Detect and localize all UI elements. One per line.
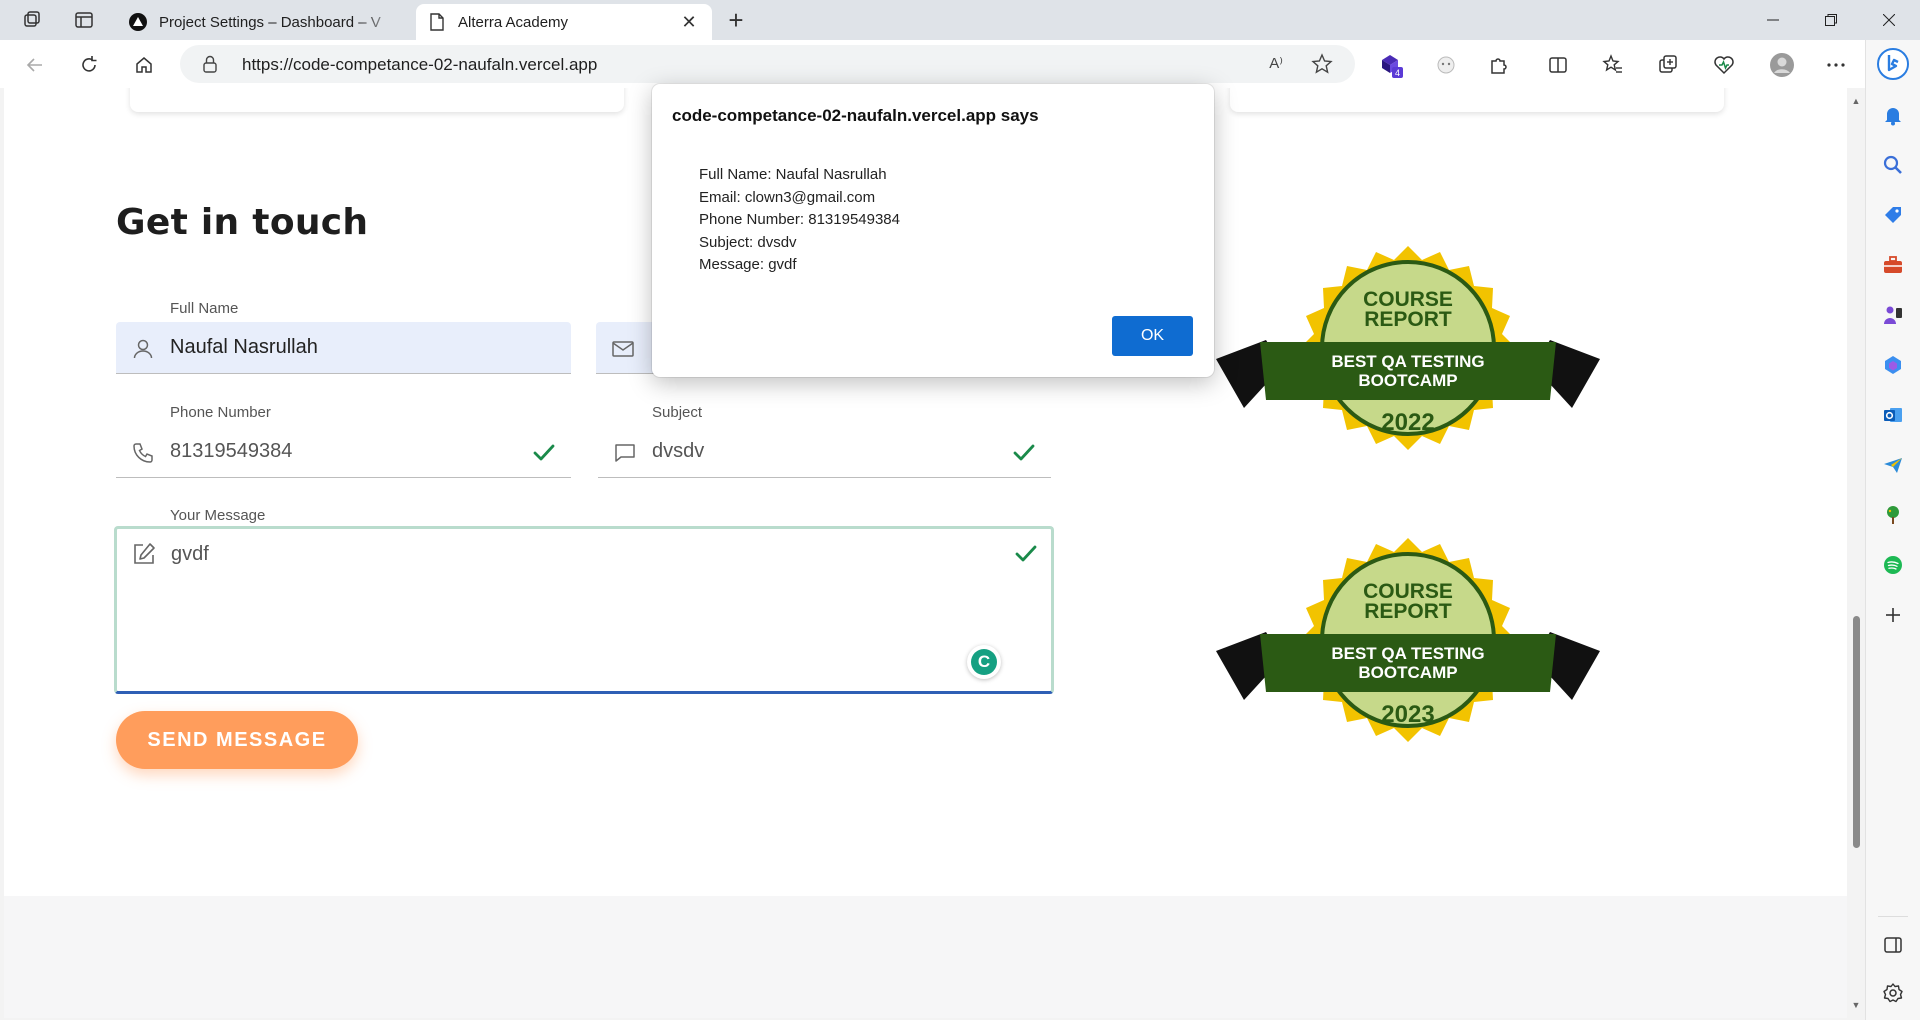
message-textarea[interactable]: gvdf C — [114, 526, 1054, 694]
send-message-button[interactable]: SEND MESSAGE — [116, 711, 358, 769]
dialog-line-phone: Phone Number: 81319549384 — [699, 211, 900, 229]
close-tab-icon[interactable]: ✕ — [678, 11, 700, 33]
dialog-title: code-competance-02-naufaln.vercel.app sa… — [672, 106, 1039, 125]
phone-number-value[interactable]: 81319549384 — [170, 440, 292, 463]
dialog-line-subject: Subject: dvsdv — [699, 233, 797, 251]
page-scrollbar[interactable]: ▲ ▼ — [1847, 88, 1865, 1020]
dialog-line-message: Message: gvdf — [699, 256, 797, 274]
subject-label: Subject — [652, 404, 703, 421]
refresh-icon[interactable] — [74, 50, 104, 80]
title-bar: Project Settings – Dashboard – V Alterra… — [0, 0, 1920, 40]
search-icon[interactable] — [1880, 152, 1906, 178]
check-icon — [533, 444, 555, 461]
back-arrow-icon[interactable] — [20, 50, 50, 80]
dialog-line-full-name: Full Name: Naufal Nasrullah — [699, 166, 887, 183]
sidebar-settings-gear-icon[interactable] — [1880, 980, 1906, 1006]
tab-title: Project Settings – Dashboard – V — [159, 13, 381, 31]
alert-dialog: code-competance-02-naufaln.vercel.app sa… — [652, 84, 1214, 377]
course-report-badge-2022: COURSE REPORT BEST QA TESTING BOOTCAMP 2… — [1216, 246, 1600, 450]
games-icon[interactable] — [1880, 302, 1906, 328]
tab-alterra-academy[interactable]: Alterra Academy ✕ — [416, 4, 712, 40]
dialog-message: Full Name: Naufal Nasrullah Email: clown… — [699, 164, 900, 277]
new-tab-button[interactable]: + — [722, 5, 750, 35]
check-icon — [1015, 545, 1037, 562]
badge-report-text: REPORT — [1364, 308, 1452, 331]
message-value[interactable]: gvdf — [171, 543, 209, 566]
dialog-line-email: Email: clown3@gmail.com — [699, 188, 876, 206]
full-name-field[interactable]: Naufal Nasrullah — [116, 322, 571, 374]
browser-essentials-icon[interactable] — [1709, 50, 1739, 80]
extensions-puzzle-icon[interactable] — [1484, 50, 1514, 80]
lock-icon[interactable] — [202, 55, 218, 78]
course-report-badge-2023: COURSE REPORT BEST QA TESTING BOOTCAMP 2… — [1216, 538, 1600, 742]
favorites-icon[interactable] — [1598, 50, 1628, 80]
page-title: Get in touch — [116, 202, 369, 243]
profile-avatar[interactable] — [1767, 50, 1797, 80]
badge-ribbon-line2: BOOTCAMP — [1358, 371, 1457, 390]
edit-icon — [131, 541, 157, 572]
svg-text:4: 4 — [1395, 68, 1400, 78]
grammarly-icon[interactable]: C — [967, 645, 1001, 679]
spotify-icon[interactable] — [1880, 552, 1906, 578]
scrollbar-thumb[interactable] — [1853, 616, 1860, 848]
phone-number-label: Phone Number — [170, 404, 271, 421]
sidebar-divider — [1878, 916, 1908, 917]
collections-icon[interactable] — [1653, 50, 1683, 80]
url-text[interactable]: https://code-competance-02-naufaln.verce… — [242, 55, 597, 75]
badge-year: 2023 — [1381, 701, 1434, 728]
user-icon — [130, 336, 156, 362]
tree-icon[interactable] — [1880, 502, 1906, 528]
page-icon — [428, 13, 446, 31]
send-telegram-icon[interactable] — [1880, 452, 1906, 478]
favorite-star-icon[interactable] — [1311, 53, 1333, 80]
top-card — [1230, 88, 1724, 112]
edge-sidebar — [1865, 40, 1920, 1020]
full-name-label: Full Name — [170, 300, 239, 317]
outlook-icon[interactable] — [1880, 402, 1906, 428]
restore-button[interactable] — [1802, 0, 1860, 40]
scroll-down-arrow-icon[interactable]: ▼ — [1851, 1000, 1861, 1010]
badge-year: 2022 — [1381, 409, 1434, 436]
vercel-triangle-icon — [129, 13, 147, 31]
check-icon — [1013, 444, 1035, 461]
extension-icon[interactable]: 4 — [1376, 50, 1406, 80]
badge-ribbon-line1: BEST QA TESTING — [1331, 644, 1484, 663]
subject-field[interactable]: dvsdv — [598, 426, 1051, 478]
tools-briefcase-icon[interactable] — [1880, 252, 1906, 278]
shopping-tag-icon[interactable] — [1880, 202, 1906, 228]
mail-icon — [610, 336, 636, 362]
split-screen-icon[interactable] — [1543, 50, 1573, 80]
chat-bubble-icon — [612, 440, 638, 466]
message-label: Your Message — [170, 507, 266, 524]
home-icon[interactable] — [129, 50, 159, 80]
tab-title: Alterra Academy — [458, 13, 569, 31]
badge-ribbon-line1: BEST QA TESTING — [1331, 352, 1484, 371]
dialog-ok-button[interactable]: OK — [1112, 316, 1193, 356]
full-name-value[interactable]: Naufal Nasrullah — [170, 336, 318, 359]
tab-project-settings[interactable]: Project Settings – Dashboard – V — [117, 4, 417, 40]
add-sidebar-app-icon[interactable] — [1880, 602, 1906, 628]
hide-sidebar-icon[interactable] — [1880, 932, 1906, 958]
microsoft-365-icon[interactable] — [1880, 352, 1906, 378]
subject-value[interactable]: dvsdv — [652, 440, 704, 463]
bing-copilot-icon[interactable] — [1877, 48, 1909, 80]
top-card — [130, 88, 624, 112]
phone-icon — [130, 440, 156, 466]
badge-report-text: REPORT — [1364, 600, 1452, 623]
badge-ribbon-line2: BOOTCAMP — [1358, 663, 1457, 682]
scroll-up-arrow-icon[interactable]: ▲ — [1851, 96, 1861, 106]
close-window-button[interactable] — [1860, 0, 1918, 40]
extension-face-icon[interactable] — [1431, 50, 1461, 80]
notifications-bell-icon[interactable] — [1880, 102, 1906, 128]
more-options-icon[interactable] — [1821, 50, 1851, 80]
minimize-button[interactable] — [1744, 0, 1802, 40]
tab-actions-icon[interactable] — [72, 8, 96, 32]
browser-toolbar: https://code-competance-02-naufaln.verce… — [0, 40, 1920, 88]
page-footer-area — [4, 896, 1847, 1018]
read-aloud-icon[interactable]: A⁾ — [1269, 54, 1283, 72]
workspaces-icon[interactable] — [20, 8, 44, 32]
address-bar[interactable]: https://code-competance-02-naufaln.verce… — [180, 45, 1355, 83]
phone-number-field[interactable]: 81319549384 — [116, 426, 571, 478]
